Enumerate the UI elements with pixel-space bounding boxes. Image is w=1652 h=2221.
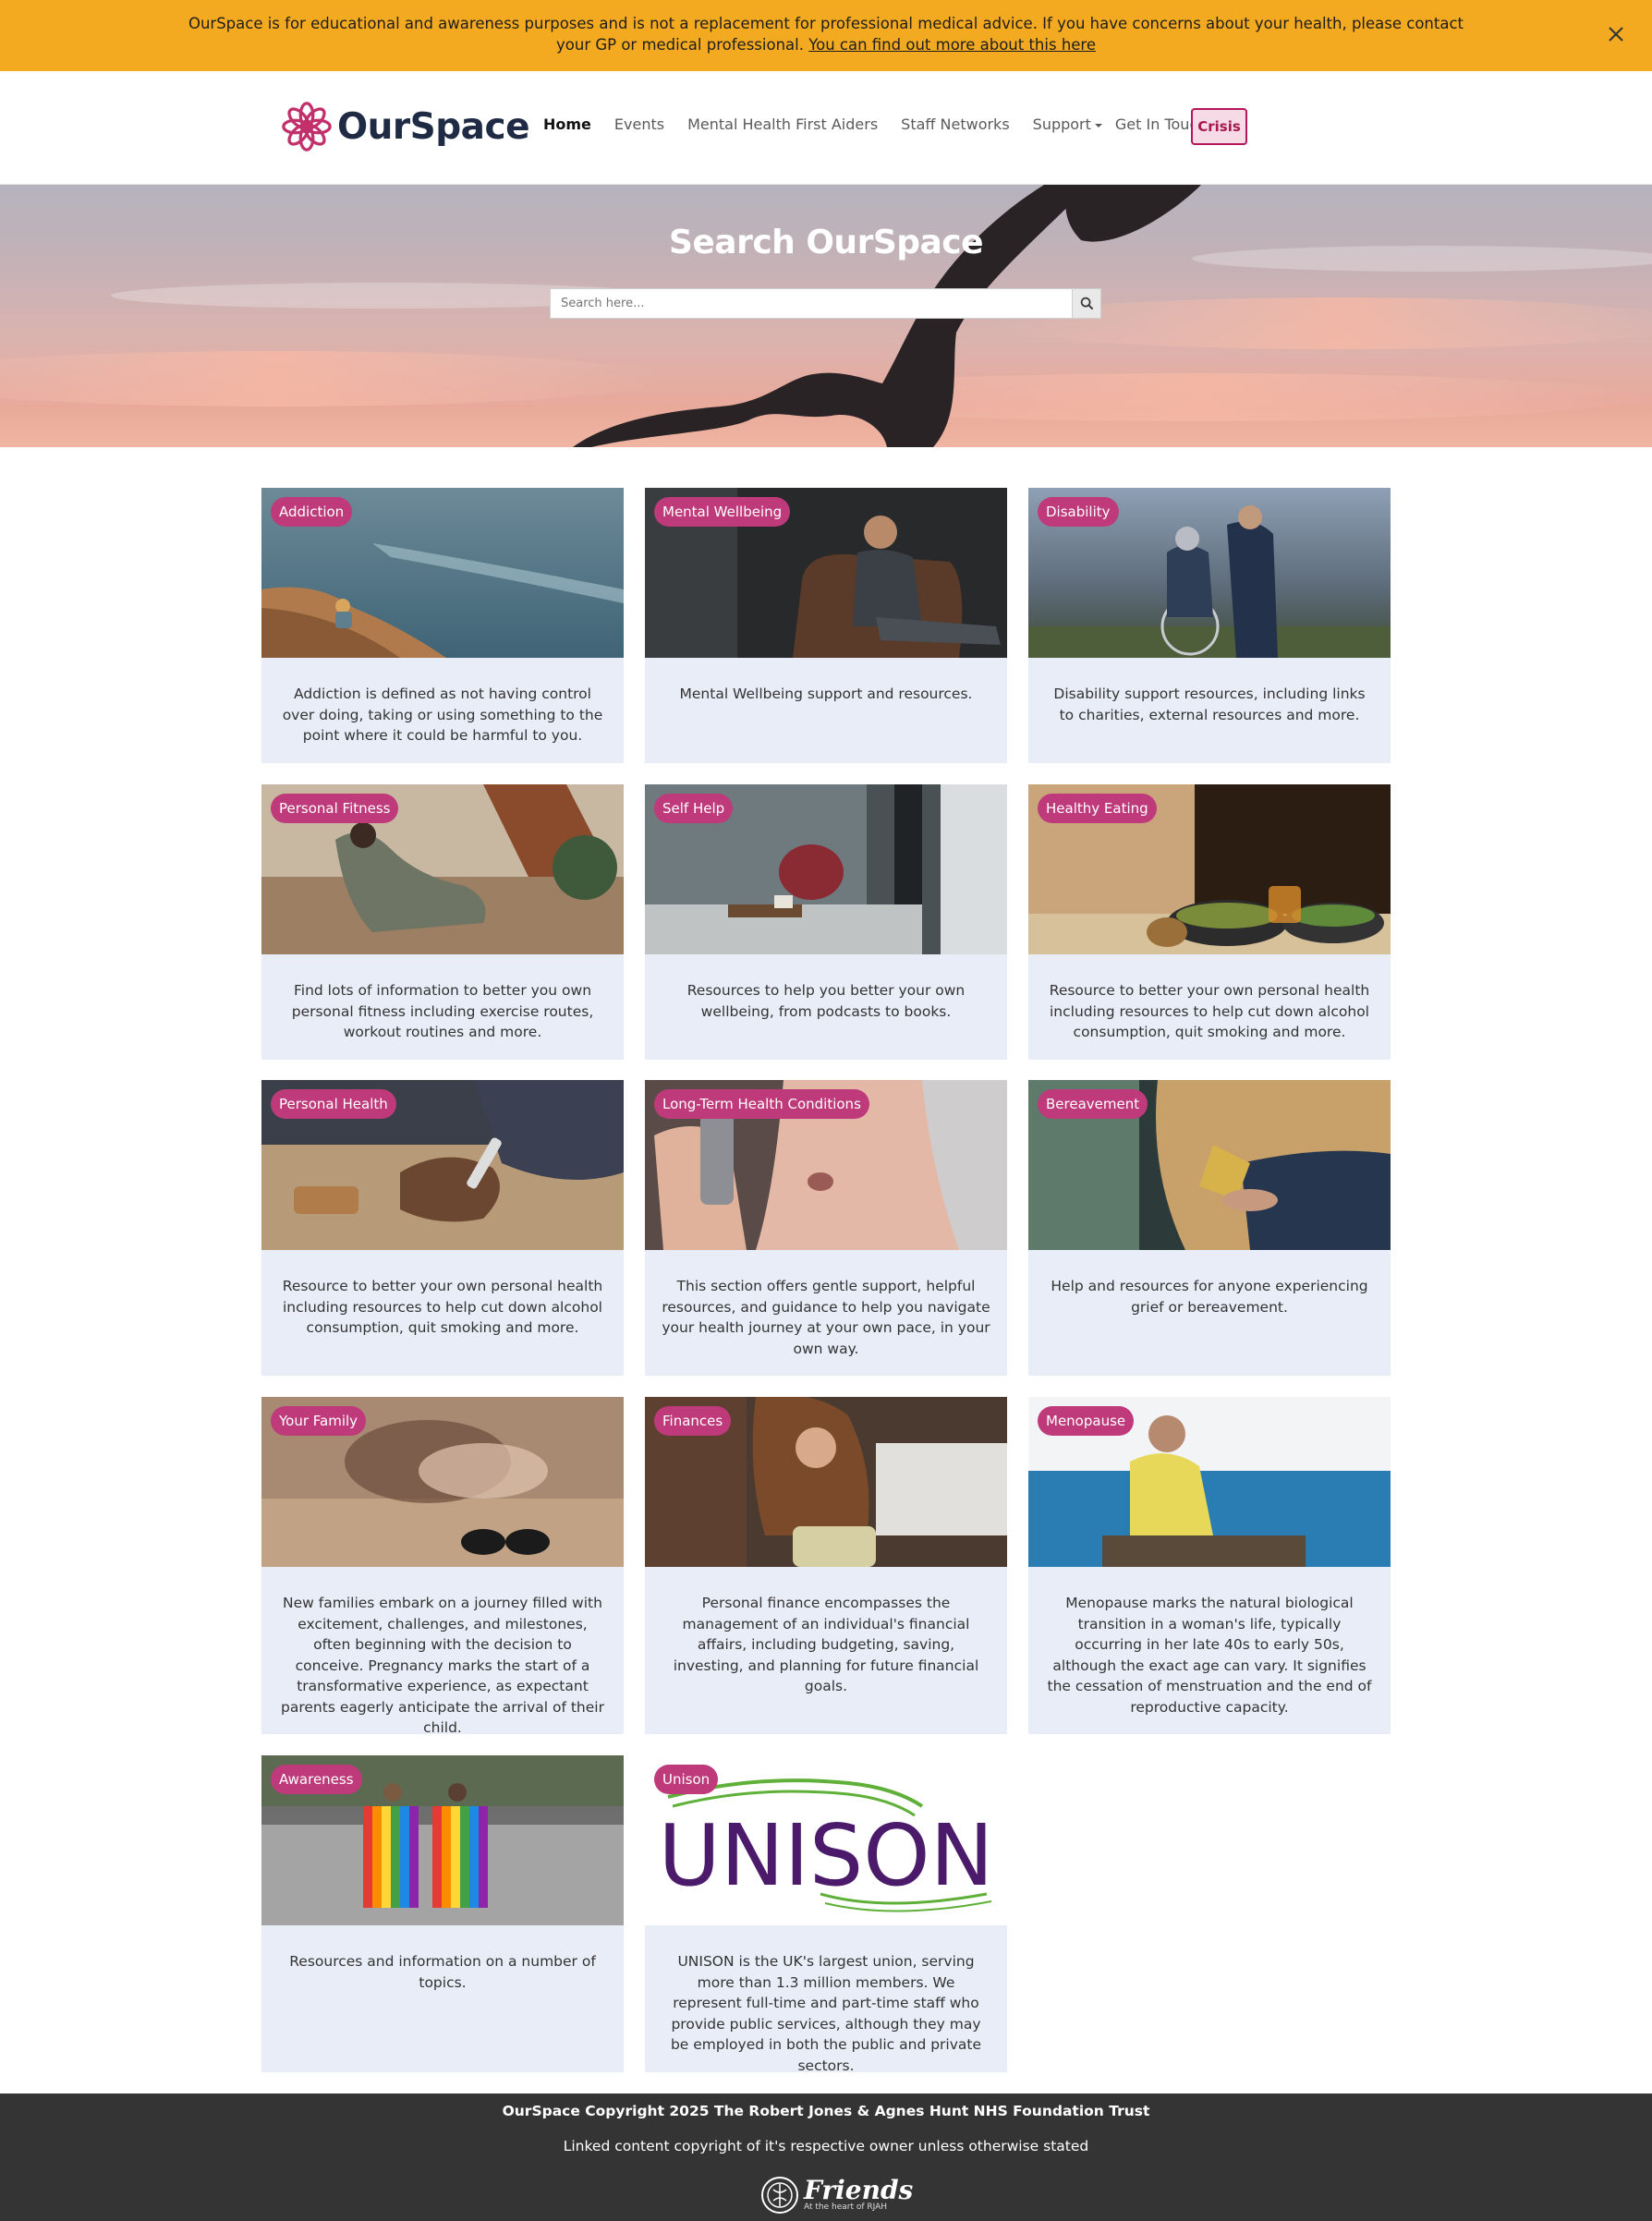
card-tag: Menopause xyxy=(1038,1406,1135,1436)
nav-staff-networks[interactable]: Staff Networks xyxy=(901,115,1009,133)
card-self-help[interactable]: Self Help Resources to help you better y… xyxy=(645,784,1007,1060)
disclaimer-text: OurSpace is for educational and awarenes… xyxy=(185,13,1467,55)
main-nav: Home Events Mental Health First Aiders S… xyxy=(543,115,1230,133)
card-description: This section offers gentle support, help… xyxy=(662,1278,990,1357)
card-description: Help and resources for anyone experienci… xyxy=(1051,1278,1368,1316)
search-box xyxy=(550,288,1101,319)
card-tag: Awareness xyxy=(271,1765,362,1794)
search-input[interactable] xyxy=(551,289,1074,318)
site-header: OurSpace Home Events Mental Health First… xyxy=(0,71,1652,185)
card-tag: Finances xyxy=(654,1406,732,1436)
hero-section: Search OurSpace xyxy=(0,185,1652,447)
card-description: Resource to better your own personal hea… xyxy=(282,1278,603,1336)
card-description: Personal finance encompasses the managem… xyxy=(673,1595,979,1694)
chevron-down-icon xyxy=(1094,123,1102,127)
search-button[interactable] xyxy=(1072,289,1100,318)
card-addiction[interactable]: Addiction Addiction is defined as not ha… xyxy=(261,488,624,763)
card-unison[interactable]: UNISON Unison UNISON is the UK's largest… xyxy=(645,1755,1007,2074)
site-logo[interactable]: OurSpace xyxy=(280,99,530,154)
search-icon xyxy=(1080,297,1093,310)
card-healthy-eating[interactable]: Healthy Eating Resource to better your o… xyxy=(1028,784,1391,1060)
nav-home[interactable]: Home xyxy=(543,115,591,133)
card-personal-health[interactable]: Personal Health Resource to better your … xyxy=(261,1080,624,1376)
friends-logo-text: Friends xyxy=(804,2175,914,2205)
card-your-family[interactable]: Your Family New families embark on a jou… xyxy=(261,1397,624,1736)
card-description: Disability support resources, including … xyxy=(1053,686,1366,723)
flower-logo-icon xyxy=(282,102,332,152)
friends-emblem-icon xyxy=(761,2177,798,2214)
card-tag: Bereavement xyxy=(1038,1089,1148,1119)
card-description: Resources and information on a number of… xyxy=(289,1953,596,1991)
card-awareness[interactable]: Awareness Resources and information on a… xyxy=(261,1755,624,2072)
disclaimer-more-link[interactable]: You can find out more about this here xyxy=(808,36,1096,54)
card-tag: Addiction xyxy=(271,497,353,527)
card-bereavement[interactable]: Bereavement Help and resources for anyon… xyxy=(1028,1080,1391,1376)
card-tag: Mental Wellbeing xyxy=(654,497,791,527)
card-disability[interactable]: Disability Disability support resources,… xyxy=(1028,488,1391,763)
card-description: Addiction is defined as not having contr… xyxy=(282,686,603,744)
card-tag: Self Help xyxy=(654,794,734,823)
nav-support-label: Support xyxy=(1032,115,1091,133)
card-menopause[interactable]: Menopause Menopause marks the natural bi… xyxy=(1028,1397,1391,1734)
disclaimer-banner: OurSpace is for educational and awarenes… xyxy=(0,0,1652,71)
close-icon[interactable] xyxy=(1604,22,1628,46)
card-description: UNISON is the UK's largest union, servin… xyxy=(670,1953,982,2074)
card-finances[interactable]: Finances Personal finance encompasses th… xyxy=(645,1397,1007,1734)
nav-events[interactable]: Events xyxy=(614,115,664,133)
nav-support[interactable]: Support xyxy=(1033,115,1102,133)
nav-mental-health-first-aiders[interactable]: Mental Health First Aiders xyxy=(687,115,878,133)
card-description: Mental Wellbeing support and resources. xyxy=(679,686,973,702)
hero-title: Search OurSpace xyxy=(668,224,984,261)
site-footer: OurSpace Copyright 2025 The Robert Jones… xyxy=(0,2094,1652,2221)
card-description: Find lots of information to better you o… xyxy=(291,982,594,1040)
card-tag: Unison xyxy=(654,1765,719,1794)
card-tag: Disability xyxy=(1038,497,1119,527)
unison-logo-text: UNISON xyxy=(659,1806,994,1905)
card-tag: Your Family xyxy=(271,1406,367,1436)
footer-copyright: OurSpace Copyright 2025 The Robert Jones… xyxy=(502,2103,1150,2119)
friends-logo[interactable]: Friends At the heart of RJAH xyxy=(759,2172,913,2218)
card-description: Menopause marks the natural biological t… xyxy=(1047,1595,1372,1716)
card-mental-wellbeing[interactable]: Mental Wellbeing Mental Wellbeing suppor… xyxy=(645,488,1007,763)
card-tag: Personal Fitness xyxy=(271,794,399,823)
card-description: Resources to help you better your own we… xyxy=(686,982,966,1020)
crisis-button[interactable]: Crisis xyxy=(1191,108,1247,145)
card-personal-fitness[interactable]: Personal Fitness Find lots of informatio… xyxy=(261,784,624,1060)
card-tag: Healthy Eating xyxy=(1038,794,1157,823)
card-description: New families embark on a journey filled … xyxy=(281,1595,604,1736)
card-long-term-health-conditions[interactable]: Long-Term Health Conditions This section… xyxy=(645,1080,1007,1376)
card-tag: Personal Health xyxy=(271,1089,396,1119)
logo-text: OurSpace xyxy=(337,105,530,148)
card-tag: Long-Term Health Conditions xyxy=(654,1089,869,1119)
footer-linked-content: Linked content copyright of it's respect… xyxy=(563,2138,1089,2154)
card-description: Resource to better your own personal hea… xyxy=(1049,982,1370,1040)
